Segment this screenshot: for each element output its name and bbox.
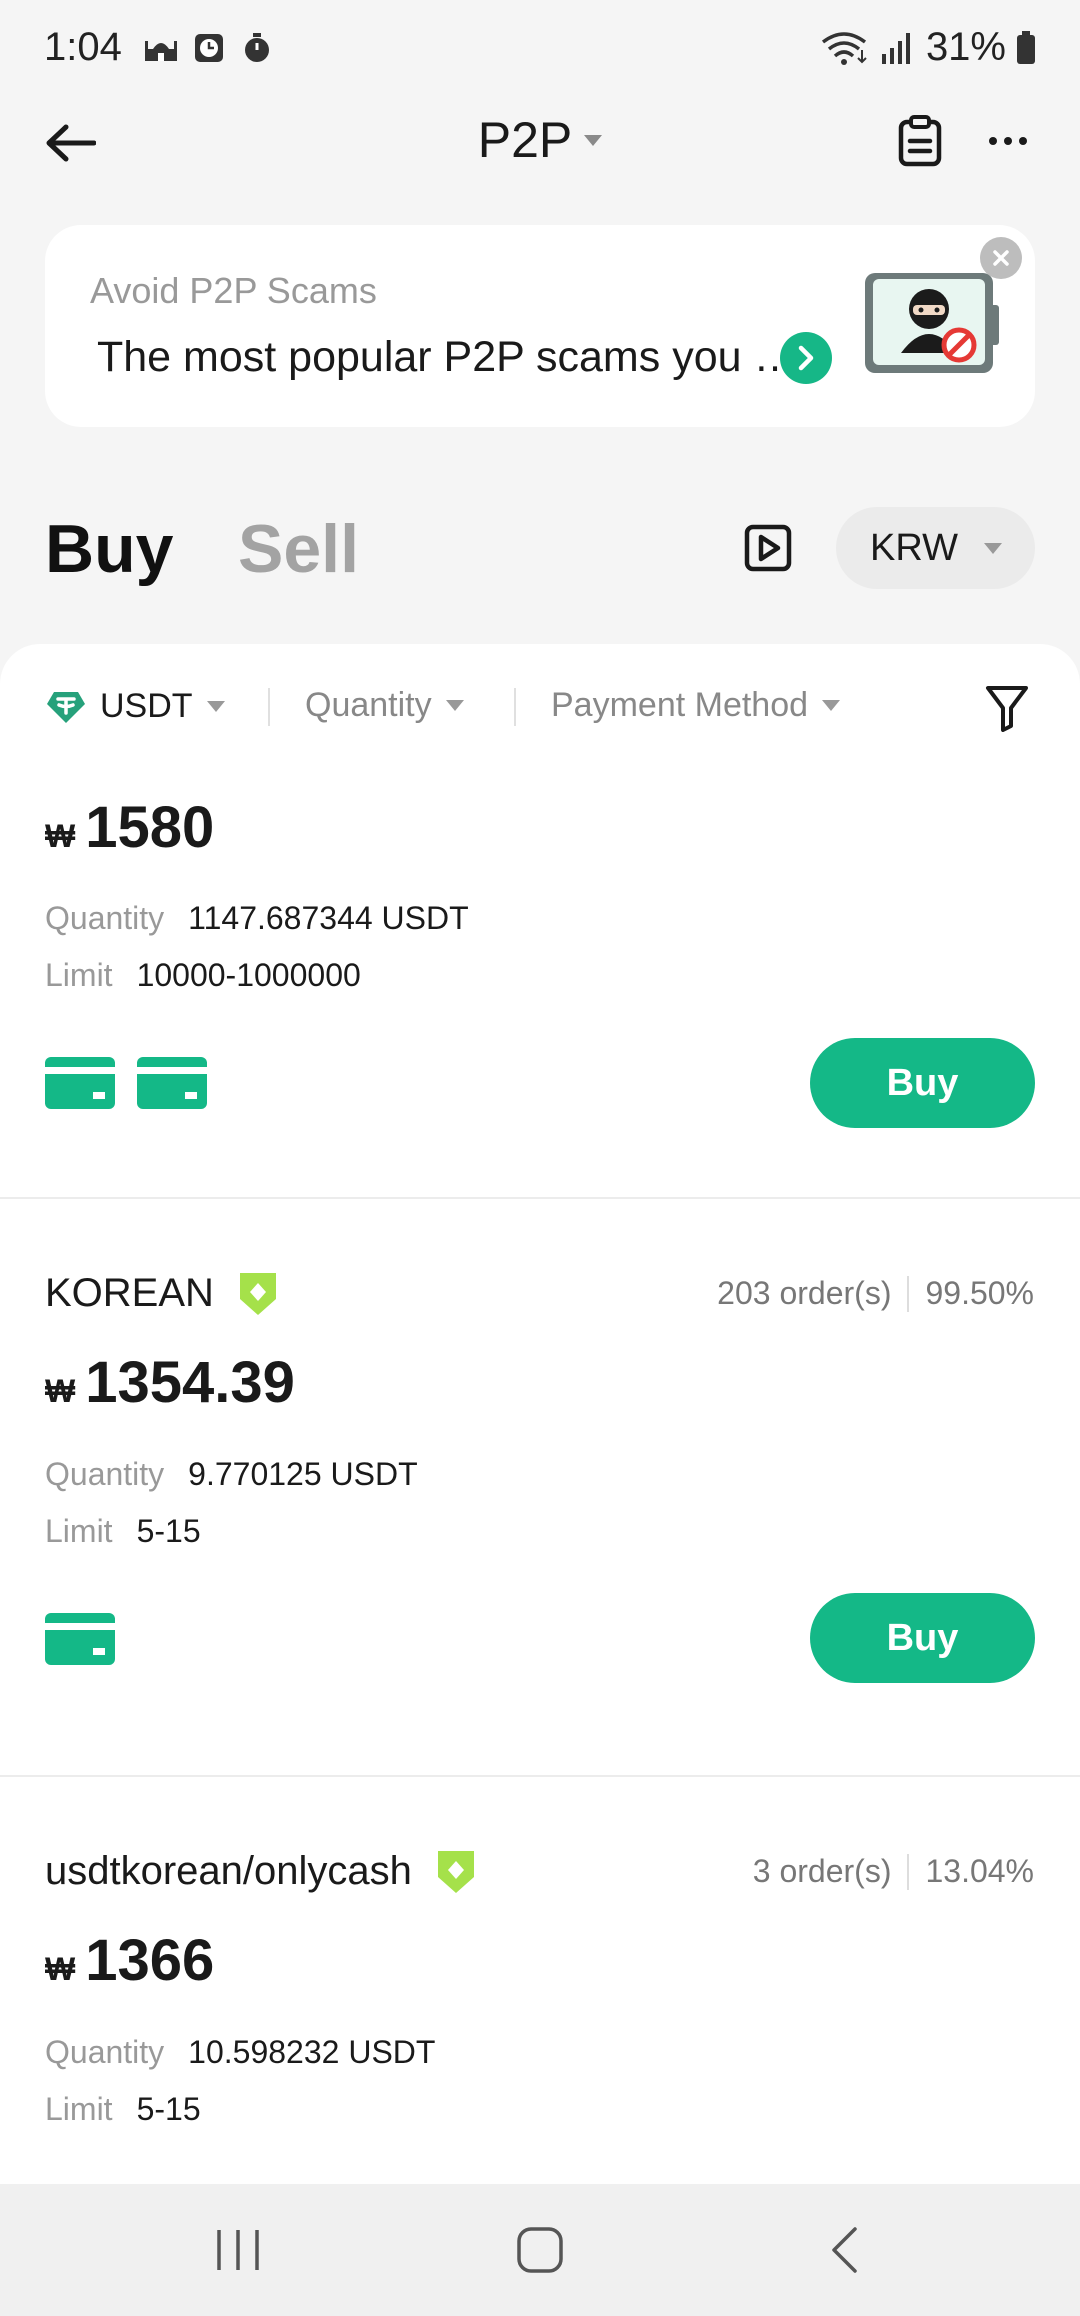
- limit-value: 10000-1000000: [136, 957, 361, 993]
- divider: [907, 1853, 910, 1890]
- merchant-name-text: usdtkorean/onlycash: [45, 1848, 412, 1893]
- offer-quantity-row: Quantity 1147.687344 USDT: [45, 900, 469, 937]
- scam-warning-banner[interactable]: Avoid P2P Scams The most popular P2P sca…: [45, 225, 1035, 427]
- order-count: 203 order(s): [717, 1275, 892, 1311]
- offer-price-value: 1354.39: [85, 1350, 295, 1415]
- offer-price: ₩ 1580: [45, 794, 214, 861]
- quantity-value: 10.598232 USDT: [188, 2034, 436, 2070]
- offer-card: KOREAN 203 order(s) 99.50% ₩ 1354.39 Qua…: [0, 1199, 1080, 1777]
- chevron-left-icon: [832, 2227, 857, 2273]
- status-left: 1:04: [44, 25, 274, 70]
- bank-card-icon: [137, 1057, 207, 1109]
- won-symbol: ₩: [45, 1373, 76, 1409]
- clock-icon: [194, 33, 223, 62]
- completion-rate: 99.50%: [925, 1275, 1034, 1311]
- bank-card-icon: [45, 1613, 115, 1665]
- divider: [907, 1275, 910, 1312]
- more-button[interactable]: [978, 109, 1038, 173]
- tab-sell[interactable]: Sell: [238, 510, 359, 588]
- payment-methods: [45, 1057, 207, 1109]
- offer-limit-row: Limit 5-15: [45, 1513, 201, 1550]
- battery-percent: 31%: [925, 25, 1006, 69]
- offer-quantity-row: Quantity 10.598232 USDT: [45, 2034, 435, 2071]
- merchant-name[interactable]: KOREAN: [45, 1269, 280, 1317]
- banner-subtitle: Avoid P2P Scams: [90, 270, 377, 311]
- orders-button[interactable]: [890, 109, 950, 173]
- recent-apps-icon: [217, 2230, 259, 2270]
- payment-methods: [45, 1613, 115, 1665]
- offer-quantity-row: Quantity 9.770125 USDT: [45, 1456, 418, 1493]
- verified-badge-icon: [239, 1273, 276, 1315]
- won-symbol: ₩: [45, 1951, 76, 1987]
- quantity-label: Quantity: [45, 1456, 165, 1492]
- offer-limit-row: Limit 10000-1000000: [45, 957, 361, 994]
- buy-button[interactable]: Buy: [810, 1593, 1035, 1683]
- stopwatch-icon: [244, 32, 269, 62]
- quantity-value: 9.770125 USDT: [188, 1456, 418, 1492]
- status-right: 31%: [820, 25, 1036, 70]
- offer-price-value: 1580: [85, 795, 215, 860]
- merchant-stats: 3 order(s) 13.04%: [753, 1853, 1034, 1890]
- battery-icon: [1017, 30, 1035, 64]
- home-button[interactable]: [510, 2220, 570, 2280]
- verified-badge-icon: [437, 1851, 474, 1893]
- bank-card-icon: [45, 1057, 115, 1109]
- limit-value: 5-15: [136, 2091, 201, 2127]
- merchant-stats: 203 order(s) 99.50%: [717, 1275, 1034, 1312]
- system-back-button[interactable]: [814, 2220, 874, 2280]
- offer-price: ₩ 1354.39: [45, 1349, 295, 1416]
- recent-apps-button[interactable]: [208, 2220, 268, 2280]
- more-dots-icon: [989, 137, 1027, 145]
- page-title-text: P2P: [477, 112, 573, 168]
- video-tutorial-button[interactable]: [740, 520, 796, 576]
- system-nav-bar: [0, 2184, 1080, 2316]
- merchant-name-text: KOREAN: [45, 1270, 214, 1315]
- limit-label: Limit: [45, 2091, 113, 2127]
- won-symbol: ₩: [45, 818, 76, 854]
- wifi-icon: [821, 31, 867, 65]
- play-icon: [744, 524, 792, 572]
- chevron-down-icon: [584, 135, 603, 147]
- clipboard-icon: [898, 115, 942, 167]
- quantity-label: Quantity: [45, 2034, 165, 2070]
- status-bar: 1:04 31%: [0, 0, 1080, 95]
- close-icon: [993, 250, 1009, 266]
- scammer-illustration: [865, 273, 999, 373]
- banner-close-button[interactable]: [980, 237, 1022, 279]
- offer-price: ₩ 1366: [45, 1927, 214, 1994]
- banner-go-button[interactable]: [780, 332, 832, 384]
- chevron-down-icon: [983, 542, 1002, 554]
- limit-label: Limit: [45, 1513, 113, 1549]
- tab-buy[interactable]: Buy: [45, 510, 173, 588]
- quantity-label: Quantity: [45, 900, 165, 936]
- buy-button[interactable]: Buy: [810, 1038, 1035, 1128]
- offer-list: USDT Quantity Payment Method ₩ 1580 Quan…: [0, 644, 1080, 2184]
- limit-label: Limit: [45, 957, 113, 993]
- offer-card: usdtkorean/onlycash 3 order(s) 13.04% ₩ …: [0, 1777, 1080, 2184]
- app-bar: P2P: [0, 95, 1080, 185]
- chevron-right-icon: [798, 345, 814, 371]
- mosque-icon: [144, 40, 177, 61]
- offer-card: ₩ 1580 Quantity 1147.687344 USDT Limit 1…: [0, 644, 1080, 1199]
- offer-limit-row: Limit 5-15: [45, 2091, 201, 2128]
- status-time: 1:04: [44, 25, 122, 69]
- order-count: 3 order(s): [752, 1853, 892, 1889]
- completion-rate: 13.04%: [925, 1853, 1034, 1889]
- quantity-value: 1147.687344 USDT: [188, 900, 469, 936]
- currency-label: KRW: [870, 526, 958, 569]
- currency-selector[interactable]: KRW: [836, 507, 1035, 589]
- offer-price-value: 1366: [85, 1928, 215, 1993]
- home-icon: [517, 2227, 563, 2273]
- banner-title: The most popular P2P scams you should kn…: [97, 333, 797, 381]
- signal-icon: [881, 32, 910, 64]
- limit-value: 5-15: [136, 1513, 201, 1549]
- merchant-name[interactable]: usdtkorean/onlycash: [45, 1847, 478, 1895]
